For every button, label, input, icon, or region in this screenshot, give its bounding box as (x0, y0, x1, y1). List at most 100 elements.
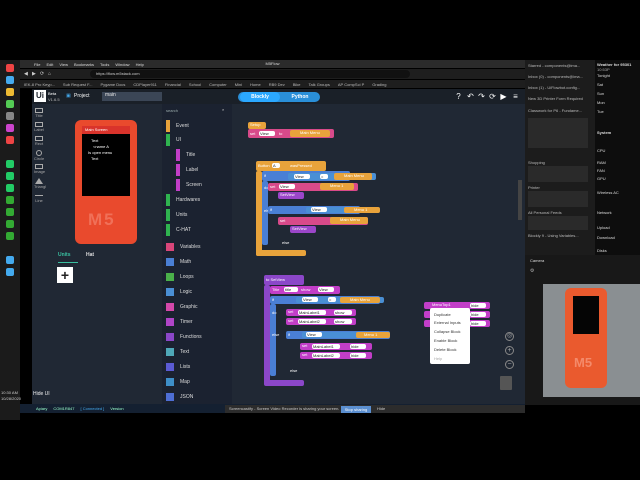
python-mode-button[interactable]: Python (282, 92, 318, 102)
variable-field[interactable]: View (279, 184, 295, 189)
stop-sharing-button[interactable]: Stop sharing (341, 406, 371, 413)
gear-icon[interactable]: ⚙ (530, 268, 534, 274)
bookmark-item[interactable]: Grading (372, 82, 386, 87)
device-label[interactable]: <name A (93, 144, 109, 149)
app-icon[interactable] (6, 100, 14, 108)
label-field[interactable]: MainLabel2 (312, 353, 340, 358)
bookmark-item[interactable]: Mini (235, 82, 242, 87)
app-icon[interactable] (6, 232, 14, 240)
label-field[interactable]: MainLabel1 (298, 310, 326, 315)
app-icon[interactable] (6, 208, 14, 216)
category-text[interactable]: Text (166, 345, 230, 358)
variable-field[interactable]: View (311, 207, 327, 212)
project-button[interactable]: Project (74, 93, 90, 99)
app-icon[interactable] (6, 124, 14, 132)
label-field[interactable]: MainLabel1 (312, 344, 340, 349)
call-function-block[interactable]: SetView (290, 226, 316, 233)
category-graphic[interactable]: Graphic (166, 300, 230, 313)
label-field[interactable]: MainLabel2 (298, 319, 326, 324)
refresh-icon[interactable]: ⟳ (488, 92, 497, 101)
bookmark-item[interactable]: Pygame Docs (100, 82, 125, 87)
state-field[interactable]: hide (350, 344, 366, 349)
bookmark-item[interactable]: School (189, 82, 201, 87)
menu-bookmarks[interactable]: Bookmarks (74, 62, 94, 67)
menu-edit[interactable]: Edit (46, 62, 53, 67)
app-icon[interactable] (6, 112, 14, 120)
back-icon[interactable]: ◀ (24, 71, 28, 77)
zoom-in-icon[interactable]: + (505, 346, 514, 355)
rect-tool[interactable]: Rect (34, 136, 44, 146)
reading-item[interactable]: Inbox (1) - UiFlowbot.config... (528, 85, 592, 90)
device-label[interactable]: Text (91, 138, 98, 143)
app-icon[interactable] (6, 220, 14, 228)
title-field[interactable]: title (284, 287, 298, 292)
app-icon[interactable] (6, 64, 14, 72)
string-block[interactable]: Main Menu (340, 297, 380, 303)
app-icon[interactable] (6, 160, 14, 168)
category-ui[interactable]: UI (166, 133, 230, 146)
bookmark-item[interactable]: RB9 Dev (269, 82, 285, 87)
device-screen-title[interactable]: Main Screen (82, 126, 130, 134)
reading-item[interactable]: Printer (528, 185, 592, 190)
setup-block[interactable]: Setup (248, 122, 266, 129)
app-icon[interactable] (6, 172, 14, 180)
app-icon[interactable] (6, 184, 14, 192)
context-delete[interactable]: Delete Block (434, 347, 456, 352)
hide-ui-button[interactable]: Hide UI (33, 391, 63, 401)
device-label[interactable]: Text (91, 156, 98, 161)
context-enable[interactable]: Enable Block (434, 338, 457, 343)
reading-item[interactable]: Starred - components@ima... (528, 63, 592, 68)
app-icon[interactable] (6, 256, 14, 264)
operator-field[interactable]: = (320, 174, 328, 179)
units-tab[interactable]: Units (58, 252, 80, 262)
context-duplicate[interactable]: Duplicate (434, 312, 451, 317)
folder-icon[interactable]: ▣ (66, 93, 71, 99)
category-timer[interactable]: Timer (166, 315, 230, 328)
string-block[interactable]: Menu 1 (356, 332, 390, 338)
category-search-input[interactable]: search (164, 106, 230, 115)
search-icon[interactable]: ⌕ (222, 107, 224, 112)
device-screen[interactable] (82, 126, 130, 196)
forward-icon[interactable]: ▶ (32, 71, 36, 77)
context-collapse[interactable]: Collapse Block (434, 329, 460, 334)
category-units[interactable]: Units (166, 208, 230, 221)
variable-field[interactable]: View (306, 332, 322, 337)
category-variables[interactable]: Variables (166, 240, 230, 253)
add-unit-button[interactable]: + (57, 267, 73, 283)
category-json[interactable]: JSON (166, 390, 230, 403)
category-logic[interactable]: Logic (166, 285, 230, 298)
menu-help[interactable]: Help (136, 62, 144, 67)
state-field[interactable]: hide (470, 312, 486, 317)
state-field[interactable]: hide (350, 353, 366, 358)
context-help[interactable]: Help (434, 356, 442, 361)
string-block[interactable]: Main Menu (334, 173, 372, 180)
state-field[interactable]: show (334, 310, 352, 315)
image-tool[interactable]: Image (34, 164, 45, 174)
reading-item[interactable]: Blockly 9 - Using Variables... (528, 233, 592, 238)
bookmark-item[interactable]: CDPlayer911 (133, 82, 157, 87)
string-block[interactable]: Main Menu (290, 130, 330, 137)
workspace-scrollbar[interactable] (518, 180, 522, 220)
reading-item[interactable]: Shopping (528, 160, 592, 165)
category-loops[interactable]: Loops (166, 270, 230, 283)
zoom-out-icon[interactable]: − (505, 360, 514, 369)
variable-field[interactable]: View (294, 174, 310, 179)
variable-field[interactable]: View (259, 131, 275, 136)
reload-icon[interactable]: ⟳ (40, 71, 44, 77)
trash-icon[interactable] (500, 376, 512, 390)
url-bar[interactable]: https://flow.m5stack.com (90, 70, 410, 78)
operator-field[interactable]: = (328, 297, 336, 302)
category-screen[interactable]: Screen (176, 178, 240, 191)
menu-window[interactable]: Window (115, 62, 129, 67)
circle-tool[interactable]: Circle (34, 150, 44, 161)
category-hardwares[interactable]: Hardwares (166, 193, 230, 206)
reading-item[interactable]: All Personal Feeds (528, 210, 592, 215)
menu-icon[interactable]: ≡ (511, 92, 520, 101)
string-block[interactable]: Menu 1 (344, 207, 380, 213)
undo-icon[interactable]: ↶ (466, 92, 475, 101)
menu-view[interactable]: View (59, 62, 68, 67)
bookmark-item[interactable]: Talk Groups (309, 82, 330, 87)
reading-item[interactable]: Inbox (0) - components@ima... (528, 74, 592, 79)
app-icon[interactable] (6, 136, 14, 144)
help-icon[interactable]: ? (454, 92, 463, 101)
